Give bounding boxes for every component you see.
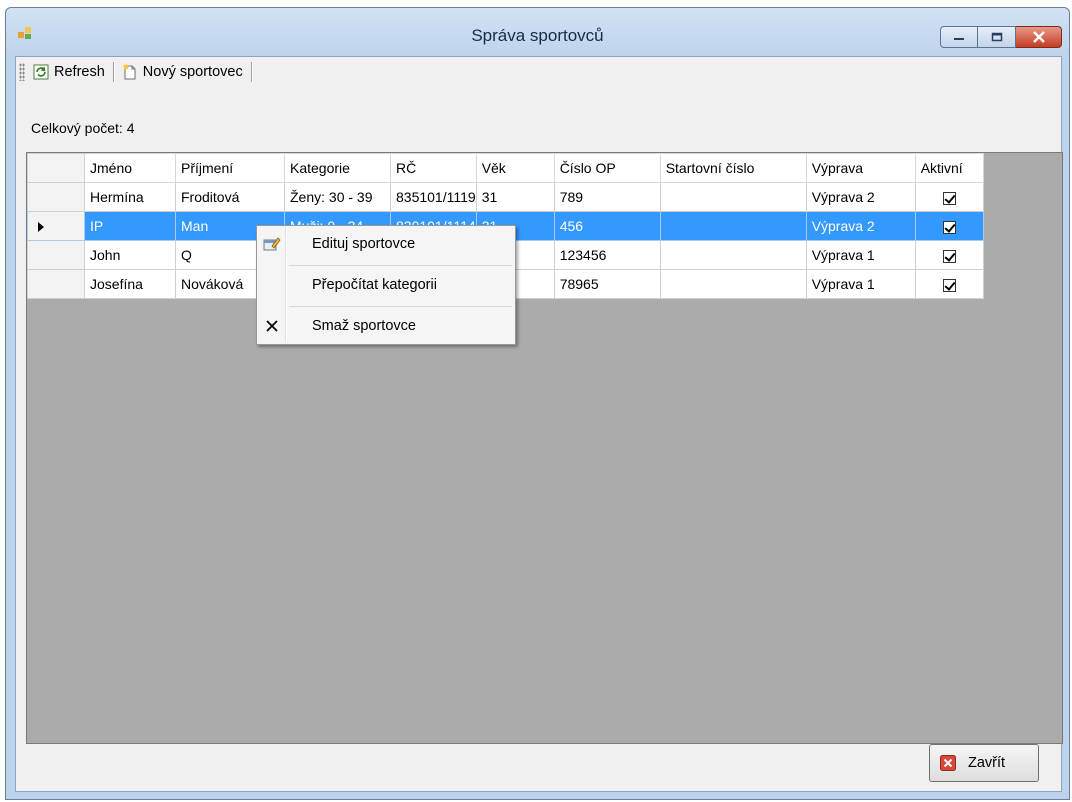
title-bar[interactable]: Správa sportovců [6, 8, 1069, 56]
menu-item-edit[interactable]: Edituj sportovce [259, 229, 513, 259]
close-red-icon [940, 755, 956, 771]
maximize-button[interactable] [978, 26, 1016, 48]
cell-cislo-op[interactable]: 78965 [553, 269, 661, 299]
cell-vyprava[interactable]: Výprava 2 [805, 182, 916, 212]
column-header-startovni-cislo[interactable]: Startovní číslo [659, 153, 807, 183]
column-header-vek[interactable]: Věk [475, 153, 555, 183]
close-form-label: Zavřít [968, 755, 1006, 771]
athletes-grid[interactable]: Jméno Příjmení Kategorie RČ Věk Číslo OP… [26, 152, 1063, 744]
close-form-button[interactable]: Zavřít [929, 744, 1039, 782]
cell-startovni-cislo[interactable] [659, 211, 807, 241]
top-left-header-cell[interactable] [27, 153, 85, 183]
cell-aktivni[interactable] [914, 269, 984, 299]
minimize-button[interactable] [940, 26, 978, 48]
cell-aktivni[interactable] [914, 211, 984, 241]
toolbar-separator [112, 62, 114, 82]
cell-jmeno[interactable]: John [84, 240, 176, 270]
row-header[interactable] [27, 240, 85, 270]
cell-cislo-op[interactable]: 789 [553, 182, 661, 212]
close-window-button[interactable] [1016, 26, 1062, 48]
active-checkbox[interactable] [942, 249, 956, 263]
table-row[interactable]: Hermína Froditová Ženy: 30 - 39 835101/1… [27, 182, 984, 212]
menu-item-recalculate-category[interactable]: Přepočítat kategorii [259, 270, 513, 300]
active-checkbox[interactable] [942, 278, 956, 292]
window-controls [940, 26, 1062, 48]
cell-jmeno[interactable]: Hermína [84, 182, 176, 212]
cell-kategorie[interactable]: Ženy: 30 - 39 [284, 182, 391, 212]
new-athlete-label: Nový sportovec [142, 64, 243, 80]
cell-prijmeni[interactable]: Froditová [175, 182, 285, 212]
column-header-rc[interactable]: RČ [390, 153, 477, 183]
cell-startovni-cislo[interactable] [659, 269, 807, 299]
column-header-aktivni[interactable]: Aktivní [914, 153, 984, 183]
menu-item-label: Přepočítat kategorii [312, 277, 437, 293]
cell-vek[interactable]: 31 [475, 182, 555, 212]
menu-separator [289, 265, 512, 266]
column-header-kategorie[interactable]: Kategorie [284, 153, 391, 183]
active-checkbox[interactable] [942, 220, 956, 234]
column-header-vyprava[interactable]: Výprava [805, 153, 916, 183]
cell-jmeno[interactable]: IP [84, 211, 176, 241]
cell-startovni-cislo[interactable] [659, 240, 807, 270]
form-client-area: Refresh Nový sportovec Celkový počet: 4 [15, 56, 1063, 792]
refresh-icon [33, 64, 49, 80]
refresh-button[interactable]: Refresh [29, 60, 109, 84]
column-header-cislo-op[interactable]: Číslo OP [553, 153, 661, 183]
cell-vyprava[interactable]: Výprava 2 [805, 211, 916, 241]
menu-separator [289, 306, 512, 307]
cell-aktivni[interactable] [914, 182, 984, 212]
window-title: Správa sportovců [471, 26, 604, 45]
menu-item-label: Edituj sportovce [312, 236, 416, 252]
column-header-prijmeni[interactable]: Příjmení [175, 153, 285, 183]
toolbar-grip[interactable] [19, 63, 25, 81]
active-checkbox[interactable] [942, 191, 956, 205]
new-athlete-button[interactable]: Nový sportovec [118, 60, 247, 84]
menu-item-delete[interactable]: Smaž sportovce [259, 311, 513, 341]
refresh-label: Refresh [54, 64, 105, 80]
row-header[interactable] [27, 211, 85, 241]
cell-startovni-cislo[interactable] [659, 182, 807, 212]
menu-item-label: Smaž sportovce [312, 318, 416, 334]
row-header[interactable] [27, 269, 85, 299]
maximize-icon [991, 32, 1002, 42]
delete-x-icon [259, 319, 285, 333]
cell-cislo-op[interactable]: 123456 [553, 240, 661, 270]
minimize-icon [954, 38, 964, 40]
context-menu: Edituj sportovce Přepočítat kategorii Sm… [256, 225, 516, 345]
cell-vyprava[interactable]: Výprava 1 [805, 269, 916, 299]
cell-jmeno[interactable]: Josefína [84, 269, 176, 299]
close-icon [1032, 31, 1045, 43]
main-window: Správa sportovců Refresh Nový sportovec … [5, 7, 1070, 800]
toolbar-separator [250, 62, 252, 82]
edit-icon [259, 236, 285, 252]
cell-rc[interactable]: 835101/1119 [390, 182, 477, 212]
toolbar: Refresh Nový sportovec [16, 57, 1061, 87]
cell-vyprava[interactable]: Výprava 1 [805, 240, 916, 270]
row-header[interactable] [27, 182, 85, 212]
new-document-icon [123, 64, 136, 80]
total-count-label: Celkový počet: 4 [31, 120, 135, 136]
cell-aktivni[interactable] [914, 240, 984, 270]
column-header-jmeno[interactable]: Jméno [84, 153, 176, 183]
cell-cislo-op[interactable]: 456 [553, 211, 661, 241]
current-row-arrow-icon [38, 222, 44, 233]
header-row: Jméno Příjmení Kategorie RČ Věk Číslo OP… [27, 153, 984, 183]
